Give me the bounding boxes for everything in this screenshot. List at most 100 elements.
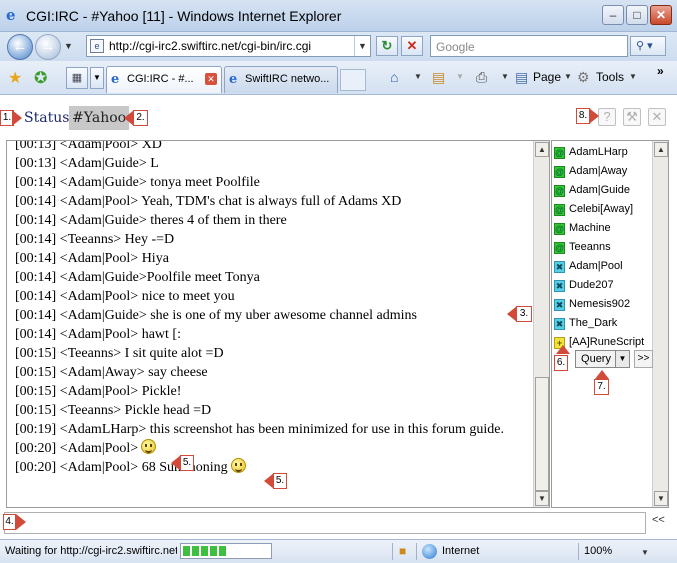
chat-message-text: [00:14] <Adam|Pool> Hiya	[15, 251, 169, 266]
tab-cgi-irc[interactable]: e CGI:IRC - #... ✕	[106, 66, 222, 93]
refresh-button[interactable]: ↻	[376, 36, 398, 56]
protected-mode-icon[interactable]: ■	[399, 544, 406, 558]
chat-message: [00:15] <Adam|Pool> Pickle!	[15, 382, 530, 401]
annotation-5b: 5.	[273, 473, 287, 489]
nick-item[interactable]: ✖ The_Dark	[554, 315, 617, 332]
nick-item[interactable]: @ Celebi[Away]	[554, 201, 633, 218]
address-chevron-down-icon[interactable]: ▼	[354, 36, 370, 56]
annotation-4: 4.	[3, 514, 16, 530]
nick-item[interactable]: @ AdamLHarp	[554, 144, 628, 161]
close-window-button[interactable]: ✕	[650, 5, 672, 25]
stop-button[interactable]: ✕	[401, 36, 423, 56]
user-mode-icon: @	[554, 242, 565, 254]
page-menu-icon: ▤	[515, 69, 529, 85]
close-tab-icon[interactable]: ✕	[205, 73, 217, 85]
nick-item[interactable]: @ Teeanns	[554, 239, 611, 256]
tools-menu[interactable]: Tools	[596, 70, 624, 84]
nick-name: Celebi[Away]	[569, 203, 633, 215]
ie-logo-icon: e	[6, 6, 16, 24]
nick-item[interactable]: @ Adam|Away	[554, 163, 627, 180]
nick-name: Adam|Pool	[569, 260, 623, 272]
back-button[interactable]: ←	[7, 34, 33, 60]
print-icon[interactable]: ⎙	[476, 69, 487, 86]
search-field[interactable]: Google	[430, 35, 628, 57]
nick-item[interactable]: @ Machine	[554, 220, 611, 237]
nick-item[interactable]: ✖ Adam|Pool	[554, 258, 623, 275]
page-icon: e	[90, 39, 104, 53]
scroll-up-icon[interactable]: ▲	[654, 142, 668, 157]
tab-list-button[interactable]: ▼	[90, 67, 104, 89]
chat-message: [00:13] <Adam|Guide> L	[15, 154, 530, 173]
feeds-chevron-down-icon[interactable]: ▼	[456, 72, 464, 81]
user-mode-icon: @	[554, 147, 565, 159]
annotation-3: 3.	[516, 306, 532, 322]
zoom-level[interactable]: 100%	[584, 545, 612, 557]
chat-message: [00:14] <Adam|Pool> hawt [:	[15, 325, 530, 344]
chat-log[interactable]: [00:13] <Adam|Pool> XD [00:13] <Adam|Guid…	[6, 140, 550, 508]
window-title: CGI:IRC - #Yahoo [11] - Windows Internet…	[26, 8, 342, 24]
tab-swiftirc[interactable]: e SwiftIRC netwo...	[224, 66, 338, 93]
annotation-2: 2.	[133, 110, 148, 126]
nick-item[interactable]: ✖ Dude207	[554, 277, 614, 294]
feeds-icon[interactable]: ▤	[432, 69, 445, 86]
nick-list[interactable]: @ AdamLHarp @ Adam|Away @ Adam|Guide @ Celebi[A…	[551, 140, 669, 508]
options-button[interactable]: ⚒	[623, 108, 641, 126]
page-chevron-down-icon[interactable]: ▼	[564, 72, 572, 81]
search-button[interactable]: ⚲ ▾	[630, 36, 666, 56]
favorites-star-icon[interactable]: ★	[8, 68, 22, 88]
internet-globe-icon	[422, 544, 437, 559]
help-button[interactable]: ?	[598, 108, 616, 126]
chat-message-text: [00:13] <Adam|Pool> XD	[15, 140, 162, 152]
user-mode-icon: @	[554, 166, 565, 178]
toggle-input-button[interactable]: <<	[652, 514, 665, 526]
scroll-down-icon[interactable]: ▼	[654, 491, 668, 506]
new-tab-button[interactable]	[340, 69, 366, 91]
chat-message: [00:14] <Adam|Guide> she is one of my ub…	[15, 306, 530, 325]
chat-message: [00:14] <Adam|Pool> Hiya	[15, 249, 530, 268]
chat-message: [00:14] <Adam|Guide> theres 4 of them in…	[15, 211, 530, 230]
chat-message-text: [00:13] <Adam|Guide> L	[15, 156, 159, 171]
channel-tab-status[interactable]: Status	[21, 106, 72, 130]
page-menu[interactable]: Page	[533, 70, 561, 84]
nick-item[interactable]: ✖ Nemesis902	[554, 296, 630, 313]
nick-action-select[interactable]: Query	[575, 350, 617, 368]
nick-name: Adam|Guide	[569, 184, 630, 196]
chat-message: [00:15] <Adam|Away> say cheese	[15, 363, 530, 382]
chat-message: [00:13] <Adam|Pool> XD	[15, 140, 530, 154]
close-channel-button[interactable]: ✕	[648, 108, 666, 126]
zoom-chevron-down-icon[interactable]: ▼	[641, 548, 649, 557]
address-field[interactable]: e http://cgi-irc2.swiftirc.net/cgi-bin/i…	[86, 35, 371, 57]
minimize-button[interactable]: –	[602, 5, 624, 25]
gear-icon: ⚙	[577, 69, 590, 85]
status-divider	[416, 543, 417, 560]
message-input[interactable]	[4, 512, 646, 534]
nick-scrollbar[interactable]: ▲ ▼	[652, 141, 668, 507]
print-chevron-down-icon[interactable]: ▼	[501, 72, 509, 81]
forward-button[interactable]: →	[35, 34, 61, 60]
nick-action-chevron-down-icon[interactable]: ▼	[615, 350, 630, 368]
tab-bar: ★ ✪ ▦ ▼ e CGI:IRC - #... ✕ e SwiftIRC ne…	[0, 61, 677, 95]
nick-item[interactable]: @ Adam|Guide	[554, 182, 630, 199]
tab-label: CGI:IRC - #...	[127, 73, 194, 85]
security-zone[interactable]: Internet	[442, 545, 479, 557]
chat-message: [00:15] <Teeanns> I sit quite alot =D	[15, 344, 530, 363]
more-commands-chevron-icon[interactable]: »	[657, 64, 664, 78]
home-chevron-down-icon[interactable]: ▼	[414, 72, 422, 81]
chat-scroll-thumb[interactable]	[535, 377, 549, 491]
search-placeholder[interactable]: Google	[436, 40, 475, 54]
add-favorite-icon[interactable]: ✪	[34, 68, 47, 88]
channel-tab-yahoo[interactable]: #Yahoo	[69, 106, 130, 130]
chat-message-text: [00:15] <Teeanns> I sit quite alot =D	[15, 346, 224, 361]
scroll-up-icon[interactable]: ▲	[535, 142, 549, 157]
quick-tabs-button[interactable]: ▦	[66, 67, 88, 89]
chat-scrollbar[interactable]: ▲ ▼	[533, 141, 549, 507]
recent-pages-chevron-down-icon[interactable]: ▼	[64, 41, 73, 51]
chat-message-text: [00:15] <Adam|Away> say cheese	[15, 365, 208, 380]
nick-action-go-button[interactable]: >>	[634, 350, 653, 368]
scroll-down-icon[interactable]: ▼	[535, 491, 549, 506]
home-icon[interactable]: ⌂	[390, 69, 398, 85]
maximize-button[interactable]: □	[626, 5, 648, 25]
tools-chevron-down-icon[interactable]: ▼	[629, 72, 637, 81]
smiley-emoticon-icon	[230, 458, 246, 473]
address-url[interactable]: http://cgi-irc2.swiftirc.net/cgi-bin/irc…	[109, 39, 311, 53]
